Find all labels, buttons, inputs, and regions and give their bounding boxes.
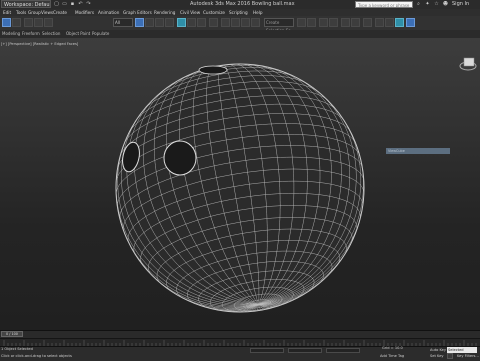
menu-scripting[interactable]: Scripting <box>229 9 248 16</box>
bowling-ball-wireframe[interactable] <box>115 63 365 313</box>
viewcube[interactable] <box>459 57 477 71</box>
tab-object-paint[interactable]: Object Paint <box>66 30 90 38</box>
menu-create[interactable]: Create <box>53 9 67 16</box>
select-by-name-icon[interactable] <box>145 18 154 27</box>
tab-populate[interactable]: Populate <box>92 30 109 38</box>
viewport-label-menu[interactable]: [+] [Perspective] [Realistic + Edged Fac… <box>1 42 78 46</box>
a360-render-icon[interactable] <box>406 18 415 27</box>
time-slider-handle[interactable]: 0 / 100 <box>1 331 23 337</box>
select-and-link-icon[interactable] <box>24 18 33 27</box>
select-object-icon[interactable] <box>135 18 144 27</box>
redo-button[interactable] <box>12 18 21 27</box>
prompt-line: Click or click-and-drag to select object… <box>1 354 72 358</box>
selection-status: 1 Object Selected <box>1 347 33 351</box>
menu-graph-editors[interactable]: Graph Editors <box>123 9 152 16</box>
workspace-dropdown[interactable]: Workspace: Default <box>1 0 51 8</box>
menu-customize[interactable]: Customize <box>203 9 225 16</box>
y-coordinate-field[interactable] <box>288 348 322 353</box>
set-keys-icon[interactable] <box>447 353 453 359</box>
mirror-icon[interactable] <box>297 18 306 27</box>
angle-snap-icon[interactable] <box>231 18 240 27</box>
snaps-toggle-icon[interactable] <box>221 18 230 27</box>
menu-animation[interactable]: Animation <box>98 9 119 16</box>
perspective-viewport[interactable] <box>0 38 480 330</box>
unlink-icon[interactable] <box>34 18 43 27</box>
menu-views[interactable]: Views <box>41 9 53 16</box>
scene-explorer-icon[interactable] <box>319 18 328 27</box>
window-crossing-icon[interactable] <box>165 18 174 27</box>
scale-icon[interactable] <box>197 18 206 27</box>
z-coordinate-field[interactable] <box>326 348 360 353</box>
search-input[interactable]: Type a keyword or phrase <box>355 1 413 8</box>
save-icon[interactable]: ▪ <box>69 1 76 8</box>
tab-modeling[interactable]: Modeling <box>2 30 20 38</box>
x-coordinate-field[interactable] <box>250 348 284 353</box>
menu-modifiers[interactable]: Modifiers <box>75 9 94 16</box>
rotate-icon[interactable] <box>187 18 196 27</box>
viewcube-tooltip: ViewCube <box>386 148 450 154</box>
material-editor-icon[interactable] <box>363 18 372 27</box>
status-bar <box>0 346 480 361</box>
sign-in-link[interactable]: Sign In <box>452 0 469 9</box>
undo-button[interactable] <box>2 18 11 27</box>
selection-filter-dropdown[interactable]: All <box>113 18 133 27</box>
open-file-icon[interactable]: ▭ <box>61 1 68 8</box>
grid-readout: Grid = 10.0 <box>382 346 403 350</box>
tab-freeform[interactable]: Freeform <box>22 30 40 38</box>
new-file-icon[interactable]: ▢ <box>53 1 60 8</box>
window-title: Autodesk 3ds Max 2016 Bowling ball.max <box>190 1 295 7</box>
spinner-snap-icon[interactable] <box>251 18 260 27</box>
tab-selection[interactable]: Selection <box>42 30 60 38</box>
user-icon[interactable]: ☻ <box>442 1 449 8</box>
communication-icon[interactable]: ☆ <box>433 1 440 8</box>
align-icon[interactable] <box>307 18 316 27</box>
render-production-icon[interactable] <box>395 18 404 27</box>
search-icon[interactable]: ⌕ <box>415 1 422 8</box>
layer-explorer-icon[interactable] <box>329 18 338 27</box>
curve-editor-icon[interactable] <box>341 18 350 27</box>
render-setup-icon[interactable] <box>375 18 384 27</box>
undo-icon[interactable]: ↶ <box>77 1 84 8</box>
add-time-tag[interactable]: Add Time Tag <box>380 353 404 360</box>
menu-civil-view[interactable]: Civil View <box>180 9 200 16</box>
rendered-frame-window-icon[interactable] <box>385 18 394 27</box>
menu-tools[interactable]: Tools <box>16 9 26 16</box>
menu-rendering[interactable]: Rendering <box>154 9 175 16</box>
menu-help[interactable]: Help <box>253 9 263 16</box>
set-key-button[interactable]: Set Key <box>430 353 444 359</box>
reference-coordinate-icon[interactable] <box>209 18 218 27</box>
percent-snap-icon[interactable] <box>241 18 250 27</box>
move-icon[interactable] <box>177 18 186 27</box>
menu-edit[interactable]: Edit <box>3 9 11 16</box>
menu-group[interactable]: Group <box>28 9 41 16</box>
rectangular-selection-icon[interactable] <box>155 18 164 27</box>
bind-to-space-warp-icon[interactable] <box>44 18 53 27</box>
key-filters-button[interactable]: Key Filters... <box>457 353 479 360</box>
redo-icon[interactable]: ↷ <box>85 1 92 8</box>
subscription-icon[interactable]: ✦ <box>424 1 431 8</box>
named-selection-set-field[interactable]: Create Selection Se <box>264 18 294 33</box>
schematic-view-icon[interactable] <box>351 18 360 27</box>
